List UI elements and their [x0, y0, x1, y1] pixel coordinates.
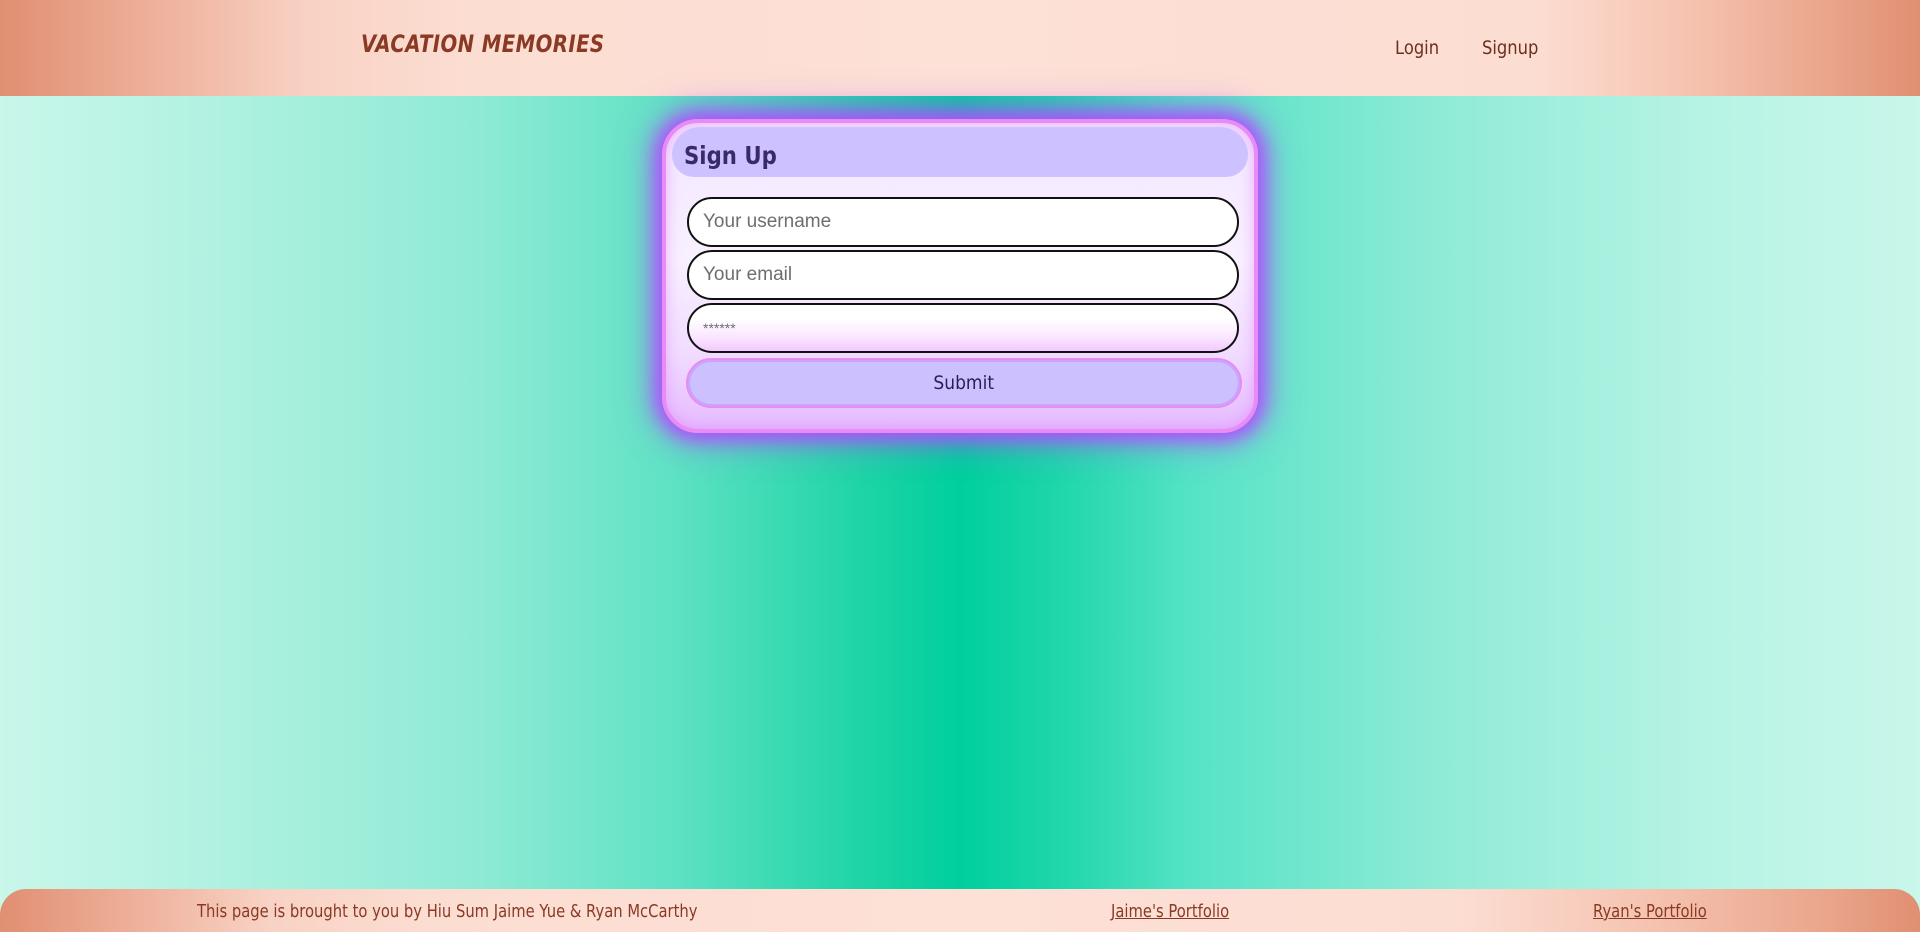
submit-button[interactable]: Submit [686, 358, 1242, 408]
nav-login-link[interactable]: Login [1395, 37, 1439, 59]
nav-signup-link[interactable]: Signup [1482, 37, 1538, 59]
submit-button-label: Submit [933, 372, 995, 394]
signup-card: Sign Up Submit [662, 119, 1258, 433]
signup-title: Sign Up [684, 141, 777, 170]
footer-credit: This page is brought to you by Hiu Sum J… [197, 901, 698, 922]
password-input[interactable] [687, 303, 1239, 353]
ryan-portfolio-link[interactable]: Ryan's Portfolio [1593, 901, 1707, 922]
site-header: VACATION MEMORIES Login Signup [0, 0, 1920, 96]
jaime-portfolio-link[interactable]: Jaime's Portfolio [1111, 901, 1229, 922]
email-input[interactable] [687, 250, 1239, 300]
site-footer: This page is brought to you by Hiu Sum J… [0, 889, 1920, 932]
brand-logo[interactable]: VACATION MEMORIES [361, 30, 605, 58]
signup-card-header: Sign Up [672, 127, 1248, 177]
username-input[interactable] [687, 197, 1239, 247]
